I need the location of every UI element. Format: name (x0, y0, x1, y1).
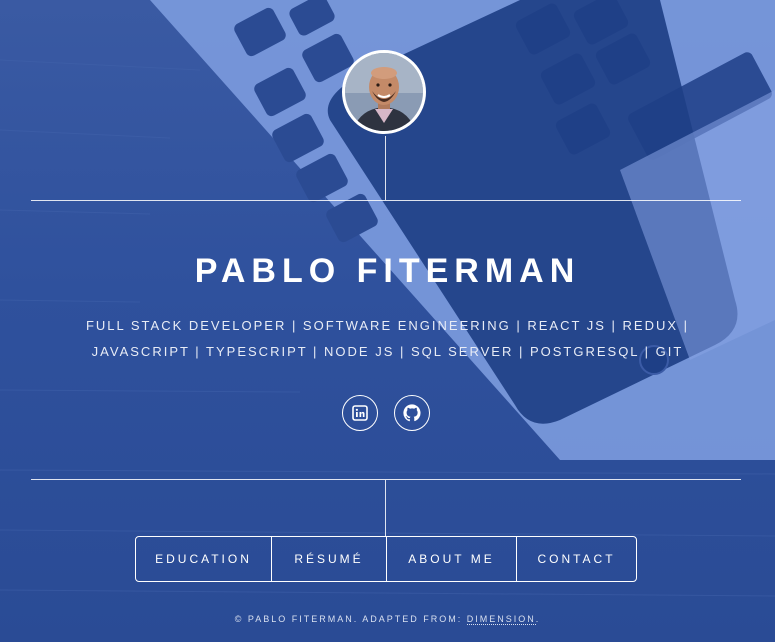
skills-list: FULL STACK DEVELOPER | SOFTWARE ENGINEER… (70, 313, 705, 365)
footer-suffix: . (535, 614, 541, 624)
footer-copyright: © PABLO FITERMAN. ADAPTED FROM: (234, 614, 467, 624)
linkedin-link[interactable] (342, 395, 378, 431)
footer: © PABLO FITERMAN. ADAPTED FROM: DIMENSIO… (0, 614, 775, 625)
github-icon (403, 404, 421, 422)
nav-resume[interactable]: RÉSUMÉ (271, 537, 386, 581)
nav-about-me[interactable]: ABOUT ME (386, 537, 516, 581)
top-divider (31, 200, 741, 201)
page-title: PABLO FITERMAN (194, 252, 581, 290)
bottom-divider (31, 479, 741, 480)
github-link[interactable] (394, 395, 430, 431)
profile-photo (345, 53, 423, 131)
skills-line-1: FULL STACK DEVELOPER | SOFTWARE ENGINEER… (85, 318, 690, 333)
top-connector-line (385, 136, 386, 200)
main-nav: EDUCATION RÉSUMÉ ABOUT ME CONTACT (135, 536, 637, 582)
skills-line-2: JAVASCRIPT | TYPESCRIPT | NODE JS | SQL … (91, 344, 684, 359)
avatar (342, 50, 426, 134)
footer-dimension-link[interactable]: DIMENSION (466, 614, 536, 625)
linkedin-icon (352, 405, 368, 421)
nav-education[interactable]: EDUCATION (136, 537, 271, 581)
bottom-connector-line (385, 480, 386, 536)
nav-contact[interactable]: CONTACT (516, 537, 636, 581)
